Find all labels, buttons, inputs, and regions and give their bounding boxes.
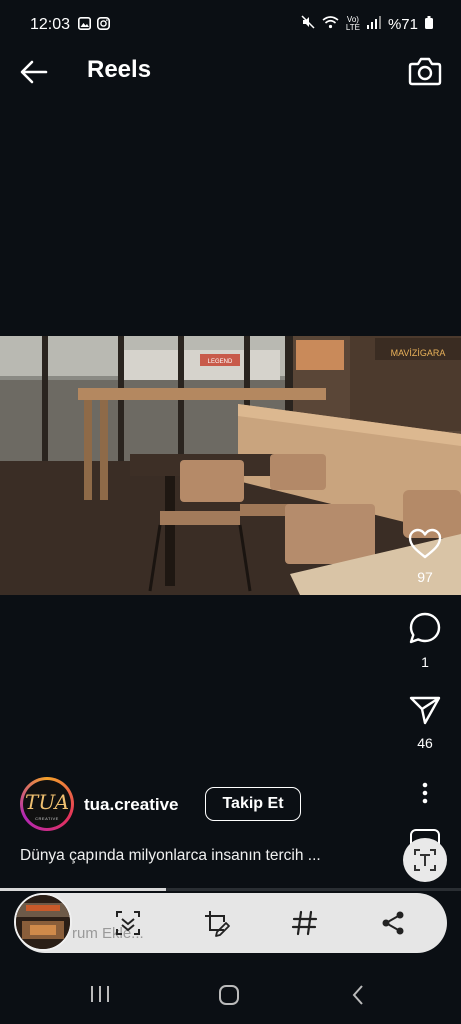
comment-bubble-icon [409,612,441,644]
shelf-sign: MAVİZİGARA [391,348,446,358]
comment-action[interactable]: 1 [402,611,448,670]
status-left-icons [78,17,110,35]
status-time: 12:03 [30,16,71,33]
thumbnail-image [16,895,70,949]
battery-icon [425,15,433,33]
edit-crop-button[interactable] [202,908,232,938]
store-sign: LEGEND [208,359,233,365]
send-icon [409,696,441,725]
volte-icon: Vo) LTE [346,16,360,32]
cafe-interior-image: LEGEND MAVİZİGARA [0,336,461,595]
avatar-logo-subtext: CREATIVE [35,816,59,821]
hashtag-button[interactable] [290,908,320,938]
camera-button[interactable] [408,56,442,86]
hashtag-icon [291,910,318,936]
expand-select-icon [116,911,140,935]
home-button[interactable] [218,984,240,1011]
status-right-icons: Vo) LTE %71 [301,15,433,33]
back-icon [352,985,363,1005]
system-back-button[interactable] [350,984,366,1011]
share-action[interactable]: 46 [402,694,448,751]
wifi-icon [322,15,339,33]
like-action[interactable]: 97 [402,528,448,585]
avatar-logo-text: TUA [24,790,70,814]
back-button[interactable] [18,58,50,86]
like-count: 97 [417,569,433,585]
battery-text: %71 [387,15,418,33]
image-icon [78,17,91,35]
recent-apps-icon [91,986,109,1002]
comment-count: 1 [421,654,429,670]
video-progress-fill [0,888,166,891]
arrow-left-icon [20,60,48,84]
more-options-button[interactable] [402,781,448,810]
mute-icon [301,15,315,33]
reel-video[interactable]: LEGEND MAVİZİGARA [0,336,461,595]
share-nodes-icon [382,911,404,935]
volte-bottom: LTE [345,23,360,32]
video-thumbnail[interactable] [14,893,72,951]
instagram-icon [97,17,110,35]
share-button[interactable] [378,908,408,938]
camera-icon [408,57,442,86]
share-count: 46 [417,735,433,751]
heart-icon [408,528,442,559]
text-recognition-button[interactable] [403,838,447,882]
signal-icon [366,15,381,33]
page-title: Reels [87,56,152,83]
caption-text[interactable]: Dünya çapında milyonlarca insanın tercih… [20,847,321,865]
recent-apps-button[interactable] [89,984,111,1009]
smart-select-button[interactable] [113,908,143,938]
scan-text-icon [414,849,436,871]
more-vertical-icon [422,782,428,804]
edit-crop-icon [205,911,230,937]
author-username[interactable]: tua.creative [84,795,179,815]
home-icon [219,985,239,1005]
header-bar [0,48,461,96]
follow-button[interactable]: Takip Et [205,787,301,821]
